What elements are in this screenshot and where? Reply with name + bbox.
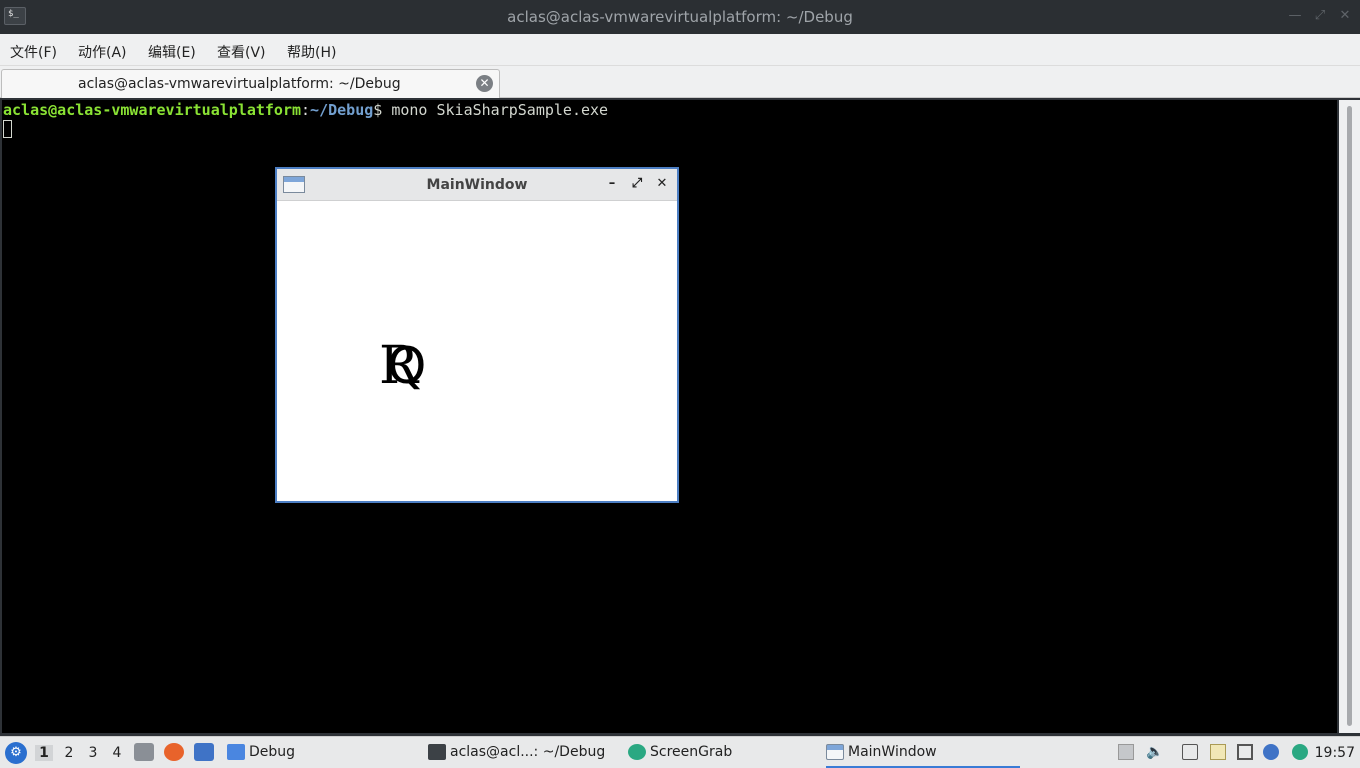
- tab-bar: aclas@aclas-vmwarevirtualplatform: ~/Deb…: [0, 66, 1360, 98]
- menu-action[interactable]: 动作(A): [78, 42, 127, 62]
- firefox-launcher-icon[interactable]: [164, 743, 184, 761]
- desktop-launcher-icon[interactable]: [194, 743, 214, 761]
- minimize-icon[interactable]: —: [1286, 8, 1304, 23]
- terminal-titlebar[interactable]: $_ aclas@aclas-vmwarevirtualplatform: ~/…: [0, 0, 1360, 34]
- folder-icon: [227, 744, 245, 760]
- window-title: aclas@aclas-vmwarevirtualplatform: ~/Deb…: [507, 8, 853, 26]
- canvas-glyph-q: Q: [387, 337, 427, 395]
- scrollbar-thumb[interactable]: [1347, 106, 1352, 726]
- file-manager-launcher-icon[interactable]: [134, 743, 154, 761]
- minimize-icon[interactable]: –: [604, 176, 620, 191]
- menu-view[interactable]: 查看(V): [217, 42, 266, 62]
- terminal-icon: [428, 744, 446, 760]
- notification-icon[interactable]: [1263, 744, 1279, 760]
- window-icon: [826, 744, 844, 760]
- terminal-scrollbar[interactable]: [1339, 100, 1360, 733]
- clipboard-icon[interactable]: [1210, 744, 1226, 760]
- display-icon[interactable]: [1237, 744, 1253, 760]
- screengrab-tray-icon[interactable]: [1292, 744, 1308, 760]
- task-label: aclas@acl...: ~/Debug: [450, 744, 606, 760]
- screengrab-icon: [628, 744, 646, 760]
- skia-canvas[interactable]: R Q: [277, 202, 677, 501]
- task-mainwindow[interactable]: MainWindow: [826, 737, 1020, 768]
- close-circle-icon[interactable]: ✕: [476, 75, 493, 92]
- prompt-symbol: $: [373, 101, 383, 119]
- main-window[interactable]: MainWindow – ⤢ ✕ R Q: [275, 167, 679, 503]
- taskbar: ⚙ 1 2 3 4 Debug aclas@acl...: ~/Debug Sc…: [0, 736, 1360, 768]
- task-screengrab[interactable]: ScreenGrab: [628, 737, 818, 768]
- menu-help[interactable]: 帮助(H): [287, 42, 336, 62]
- terminal-prompt-line: aclas@aclas-vmwarevirtualplatform:~/Debu…: [3, 101, 608, 119]
- menu-file[interactable]: 文件(F): [10, 42, 57, 62]
- tab-terminal[interactable]: aclas@aclas-vmwarevirtualplatform: ~/Deb…: [1, 69, 500, 98]
- workspace-2[interactable]: 2: [60, 745, 78, 761]
- main-window-titlebar[interactable]: MainWindow – ⤢ ✕: [277, 169, 677, 201]
- removable-media-icon[interactable]: [1118, 744, 1134, 760]
- desktop: $_ aclas@aclas-vmwarevirtualplatform: ~/…: [0, 0, 1360, 768]
- prompt-user: aclas@aclas-vmwarevirtualplatform: [3, 101, 302, 119]
- keyboard-icon[interactable]: [1182, 744, 1198, 760]
- tab-label: aclas@aclas-vmwarevirtualplatform: ~/Deb…: [78, 76, 401, 92]
- task-label: MainWindow: [848, 744, 937, 760]
- maximize-icon[interactable]: ⤢: [629, 176, 645, 191]
- prompt-colon: :: [301, 101, 311, 119]
- maximize-icon[interactable]: ⤢: [1311, 8, 1329, 23]
- start-menu-icon[interactable]: ⚙: [5, 742, 27, 764]
- menu-edit[interactable]: 编辑(E): [148, 42, 196, 62]
- clock[interactable]: 19:57: [1315, 745, 1355, 761]
- terminal-cursor: [3, 120, 12, 138]
- task-debug[interactable]: Debug: [227, 737, 417, 768]
- task-label: Debug: [249, 744, 296, 760]
- menubar: 文件(F) 动作(A) 编辑(E) 查看(V) 帮助(H): [0, 34, 1360, 66]
- close-icon[interactable]: ✕: [654, 176, 670, 191]
- volume-icon[interactable]: 🔈: [1146, 744, 1163, 760]
- close-icon[interactable]: ✕: [1336, 8, 1354, 23]
- task-label: ScreenGrab: [650, 744, 733, 760]
- terminal-command: mono SkiaSharpSample.exe: [382, 101, 609, 119]
- prompt-path: ~/Debug: [310, 101, 374, 119]
- task-terminal[interactable]: aclas@acl...: ~/Debug: [428, 737, 618, 768]
- workspace-1[interactable]: 1: [35, 745, 53, 761]
- workspace-4[interactable]: 4: [108, 745, 126, 761]
- workspace-3[interactable]: 3: [84, 745, 102, 761]
